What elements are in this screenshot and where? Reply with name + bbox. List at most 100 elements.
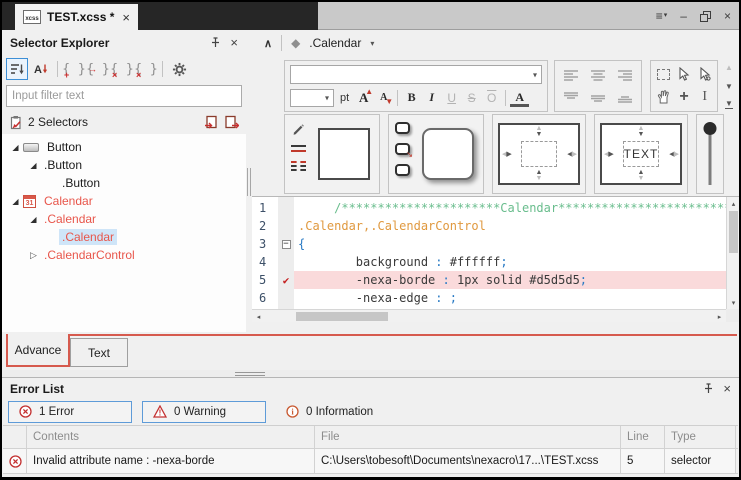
round-corner-icon[interactable] xyxy=(395,122,410,134)
pointer-icon[interactable] xyxy=(677,67,690,81)
hand-tool-icon[interactable] xyxy=(657,90,670,104)
scroll-bottom-icon[interactable]: ▼ xyxy=(725,100,733,109)
code-line[interactable]: 6 -nexa-edge : ; xyxy=(252,289,726,307)
hscroll-thumb[interactable] xyxy=(296,312,388,321)
tree-expanded-icon[interactable]: ◢ xyxy=(8,197,23,206)
filter-error-button[interactable]: 1 Error xyxy=(8,401,132,423)
horizontal-splitter[interactable] xyxy=(2,370,739,377)
sort-alpha-icon[interactable]: A xyxy=(30,58,52,80)
selector-dropdown-icon[interactable]: ▾ xyxy=(370,39,374,48)
fold-collapse-icon[interactable]: − xyxy=(278,240,294,249)
tree-expanded-icon[interactable]: ◢ xyxy=(26,215,41,224)
align-left-icon[interactable] xyxy=(563,69,579,82)
panel-close-icon[interactable]: × xyxy=(723,382,731,395)
strikethrough-button[interactable]: S xyxy=(462,88,481,107)
edge-top-arrows-icon[interactable]: ▲▼ xyxy=(536,126,543,138)
tree-collapsed-icon[interactable]: ▷ xyxy=(26,250,41,261)
edge-left-arrows-icon[interactable]: ◀▶ xyxy=(502,150,511,158)
marquee-select-icon[interactable] xyxy=(657,69,670,80)
line-style-icon[interactable] xyxy=(291,145,306,152)
document-tab[interactable]: xcss TEST.xcss * × xyxy=(15,4,138,30)
tree-expanded-icon[interactable]: ◢ xyxy=(26,161,41,170)
valign-top-icon[interactable] xyxy=(563,91,579,104)
edge-bottom-arrows-icon[interactable]: ▲▼ xyxy=(536,170,543,182)
pencil-icon[interactable] xyxy=(291,122,305,136)
round-corner-edit-icon[interactable]: ↘ xyxy=(395,143,410,155)
pin-icon[interactable] xyxy=(210,37,221,48)
delete-selector-icon[interactable]: { }× xyxy=(111,58,133,80)
add-tool-icon[interactable]: + xyxy=(679,90,688,104)
underline-button[interactable]: U xyxy=(442,88,461,107)
code-line[interactable]: 3−{ xyxy=(252,235,726,253)
valign-bottom-icon[interactable] xyxy=(617,91,633,104)
font-family-select[interactable]: ▾ xyxy=(290,65,542,84)
font-size-select[interactable]: ▾ xyxy=(290,89,334,107)
scroll-down-icon[interactable]: ▼ xyxy=(725,82,733,91)
add-selector-icon[interactable]: { }+ xyxy=(63,58,85,80)
padding-top-arrows-icon[interactable]: ▲▼ xyxy=(638,126,645,138)
settings-gear-icon[interactable] xyxy=(168,58,190,80)
minimize-icon[interactable]: – xyxy=(680,10,687,22)
insert-selector-icon[interactable]: { }→ xyxy=(87,58,109,80)
edge-right-arrows-icon[interactable]: ◀▶ xyxy=(567,150,576,158)
slider-track[interactable] xyxy=(709,135,712,185)
code-line[interactable]: 4 background : #ffffff; xyxy=(252,253,726,271)
decrease-font-button[interactable]: A▼ xyxy=(374,88,393,107)
horizontal-scrollbar[interactable]: ◂ ▸ xyxy=(252,309,726,322)
tree-item[interactable]: ◢.Calendar xyxy=(2,210,246,228)
vscroll-thumb[interactable] xyxy=(729,211,738,253)
tab-close-icon[interactable]: × xyxy=(122,11,130,24)
tree-item[interactable]: ◢Button xyxy=(2,138,246,156)
panel-close-icon[interactable]: × xyxy=(230,36,238,49)
restore-icon[interactable] xyxy=(700,11,711,22)
filter-input[interactable] xyxy=(6,85,242,107)
font-color-button[interactable]: A xyxy=(510,90,529,107)
tree-item[interactable]: ▷.CalendarControl xyxy=(2,246,246,264)
import-selector-icon[interactable] xyxy=(204,115,219,129)
tree-expanded-icon[interactable]: ◢ xyxy=(8,143,23,152)
tree-item[interactable]: ◢31Calendar xyxy=(2,192,246,210)
pointer-alt-icon[interactable] xyxy=(698,67,711,81)
collapse-toolbar-icon[interactable]: ∧ xyxy=(264,37,272,50)
tab-advance[interactable]: Advance xyxy=(6,334,70,367)
code-editor[interactable]: 1 /**********************Calendar*******… xyxy=(252,196,739,322)
valign-middle-icon[interactable] xyxy=(590,91,606,104)
scroll-right-icon[interactable]: ▸ xyxy=(713,310,726,322)
padding-left-arrows-icon[interactable]: ◀▶ xyxy=(604,150,613,158)
overline-button[interactable]: O xyxy=(482,88,501,107)
ibeam-cursor-icon[interactable]: I xyxy=(702,89,707,105)
dash-style-icon[interactable] xyxy=(291,161,306,171)
close-icon[interactable]: × xyxy=(724,10,731,22)
increase-font-button[interactable]: A▲ xyxy=(354,88,373,107)
tree-item[interactable]: .Button xyxy=(2,174,246,192)
code-line[interactable]: 5✔ -nexa-borde : 1px solid #d5d5d5; xyxy=(252,271,726,289)
delete-all-selectors-icon[interactable]: { }× xyxy=(135,58,157,80)
scroll-up-icon[interactable]: ▴ xyxy=(727,197,739,210)
padding-bottom-arrows-icon[interactable]: ▲▼ xyxy=(638,170,645,182)
error-table-row[interactable]: Invalid attribute name : -nexa-bordeC:\U… xyxy=(3,449,738,474)
padding-right-arrows-icon[interactable]: ◀▶ xyxy=(669,150,678,158)
align-center-icon[interactable] xyxy=(590,69,606,82)
scroll-down-icon[interactable]: ▾ xyxy=(727,296,739,309)
export-selector-icon[interactable] xyxy=(224,115,239,129)
sort-selector-icon[interactable] xyxy=(6,58,28,80)
tree-item[interactable]: ◢.Button xyxy=(2,156,246,174)
tree-item[interactable]: .Calendar xyxy=(2,228,246,246)
scroll-left-icon[interactable]: ◂ xyxy=(252,310,265,322)
pin-icon[interactable] xyxy=(703,383,714,394)
code-line[interactable]: 1 /**********************Calendar*******… xyxy=(252,199,726,217)
italic-button[interactable]: I xyxy=(422,88,441,107)
slider-knob[interactable] xyxy=(704,122,717,135)
bold-button[interactable]: B xyxy=(402,88,421,107)
filter-warning-button[interactable]: !0 Warning xyxy=(142,401,266,423)
vertical-scrollbar[interactable]: ▴ ▾ xyxy=(726,197,739,309)
round-corner-alt-icon[interactable] xyxy=(395,164,410,176)
tab-text[interactable]: Text xyxy=(70,338,128,367)
line-number: 1 xyxy=(252,201,278,215)
code-line[interactable]: 2.Calendar,.CalendarControl xyxy=(252,217,726,235)
scroll-up-icon[interactable]: ▲ xyxy=(725,63,733,72)
filter-info-button[interactable]: i0 Information xyxy=(276,401,400,423)
align-right-icon[interactable] xyxy=(617,69,633,82)
error-icon xyxy=(3,449,27,473)
window-menu-icon[interactable]: ≡▾ xyxy=(656,10,668,22)
